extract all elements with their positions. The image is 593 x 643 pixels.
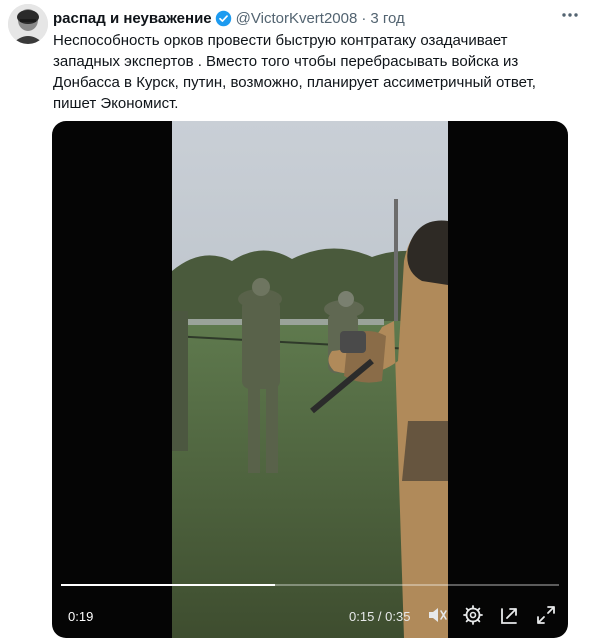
fullscreen-icon[interactable] [535, 604, 557, 626]
tweet-header: распад и неуважение @VictorKvert2008 · 3… [53, 8, 579, 28]
tweet-text-line: Неспособность орков провести быструю кон… [53, 32, 508, 49]
tweet-text-line: западных экспертов . Вместо того чтобы п… [53, 53, 519, 70]
tweet: распад и неуважение @VictorKvert2008 · 3… [0, 0, 593, 643]
more-icon [562, 13, 578, 17]
verified-badge-icon [215, 10, 231, 26]
timestamp[interactable]: 3 год [370, 10, 404, 27]
avatar-image [8, 4, 48, 44]
volume-icon[interactable] [426, 604, 448, 626]
progress-bar[interactable] [61, 584, 559, 586]
tweet-text-line: Донбасса в Курск, путин, возможно, плани… [53, 74, 536, 91]
time-display: 0:15 / 0:35 [349, 609, 411, 624]
video-frame [172, 121, 448, 638]
tweet-text-line: пишет Экономист. [53, 95, 179, 112]
video-player[interactable]: 0:19 0:15 / 0:35 [52, 121, 568, 638]
avatar[interactable] [8, 4, 48, 44]
more-button[interactable] [553, 0, 587, 30]
separator-dot: · [361, 9, 367, 27]
settings-icon[interactable] [462, 604, 484, 626]
remaining-time-badge: 0:19 [68, 609, 94, 624]
popout-icon[interactable] [499, 604, 521, 626]
tweet-text: Неспособность орков провести быструю кон… [53, 30, 553, 114]
progress-fill [61, 584, 276, 586]
author-name[interactable]: распад и неуважение [53, 10, 212, 27]
author-handle[interactable]: @VictorKvert2008 [236, 10, 358, 27]
